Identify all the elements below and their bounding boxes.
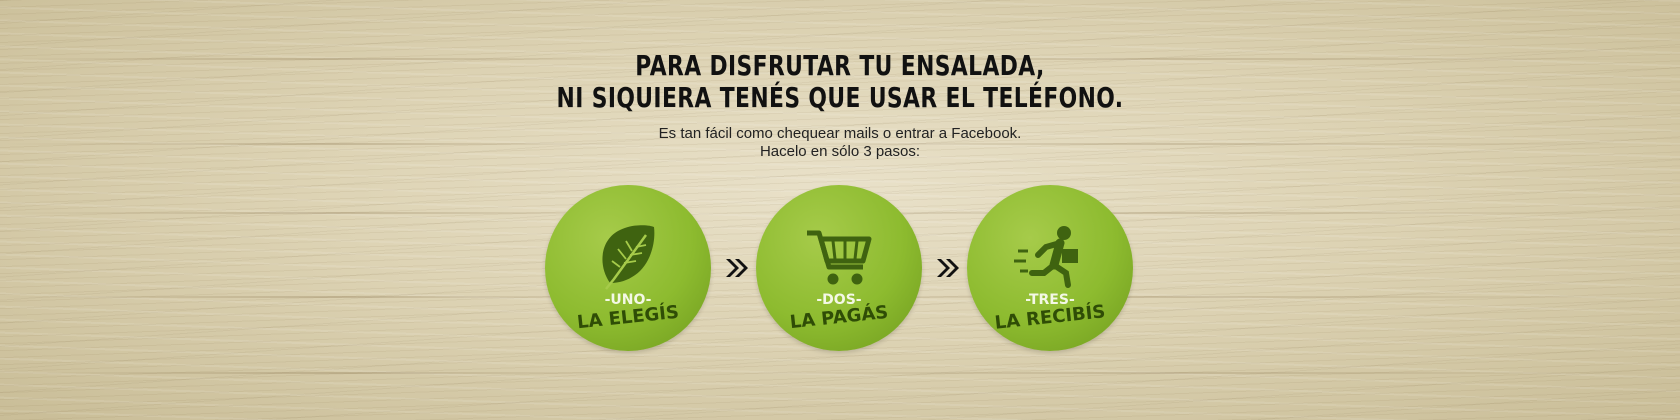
step-two: -DOS- LA PAGÁS <box>756 185 922 351</box>
double-chevron-right-icon <box>726 259 748 277</box>
wood-grain <box>0 372 1680 374</box>
shopping-cart-icon <box>807 230 872 285</box>
headline: PARA DISFRUTAR TU ENSALADA, NI SIQUIERA … <box>185 50 1495 114</box>
step-three: -TRES- LA RECIBÍS <box>967 185 1133 351</box>
headline-line-1: PARA DISFRUTAR TU ENSALADA, <box>635 49 1045 82</box>
step-one: -UNO- LA ELEGÍS <box>545 185 711 351</box>
running-delivery-man-icon <box>1014 226 1078 288</box>
subtext-line-2: Hacelo en sólo 3 pasos: <box>759 143 921 160</box>
headline-line-2: NI SIQUIERA TENÉS QUE USAR EL TELÉFONO. <box>556 81 1124 114</box>
subtext: Es tan fácil como chequear mails o entra… <box>0 125 1680 161</box>
leaf-icon <box>602 225 655 290</box>
double-chevron-right-icon <box>937 259 959 277</box>
subtext-line-1: Es tan fácil como chequear mails o entra… <box>658 125 1022 142</box>
steps-row: -UNO- LA ELEGÍS -DOS- LA PAGÁS -TRES- LA… <box>545 185 1135 351</box>
